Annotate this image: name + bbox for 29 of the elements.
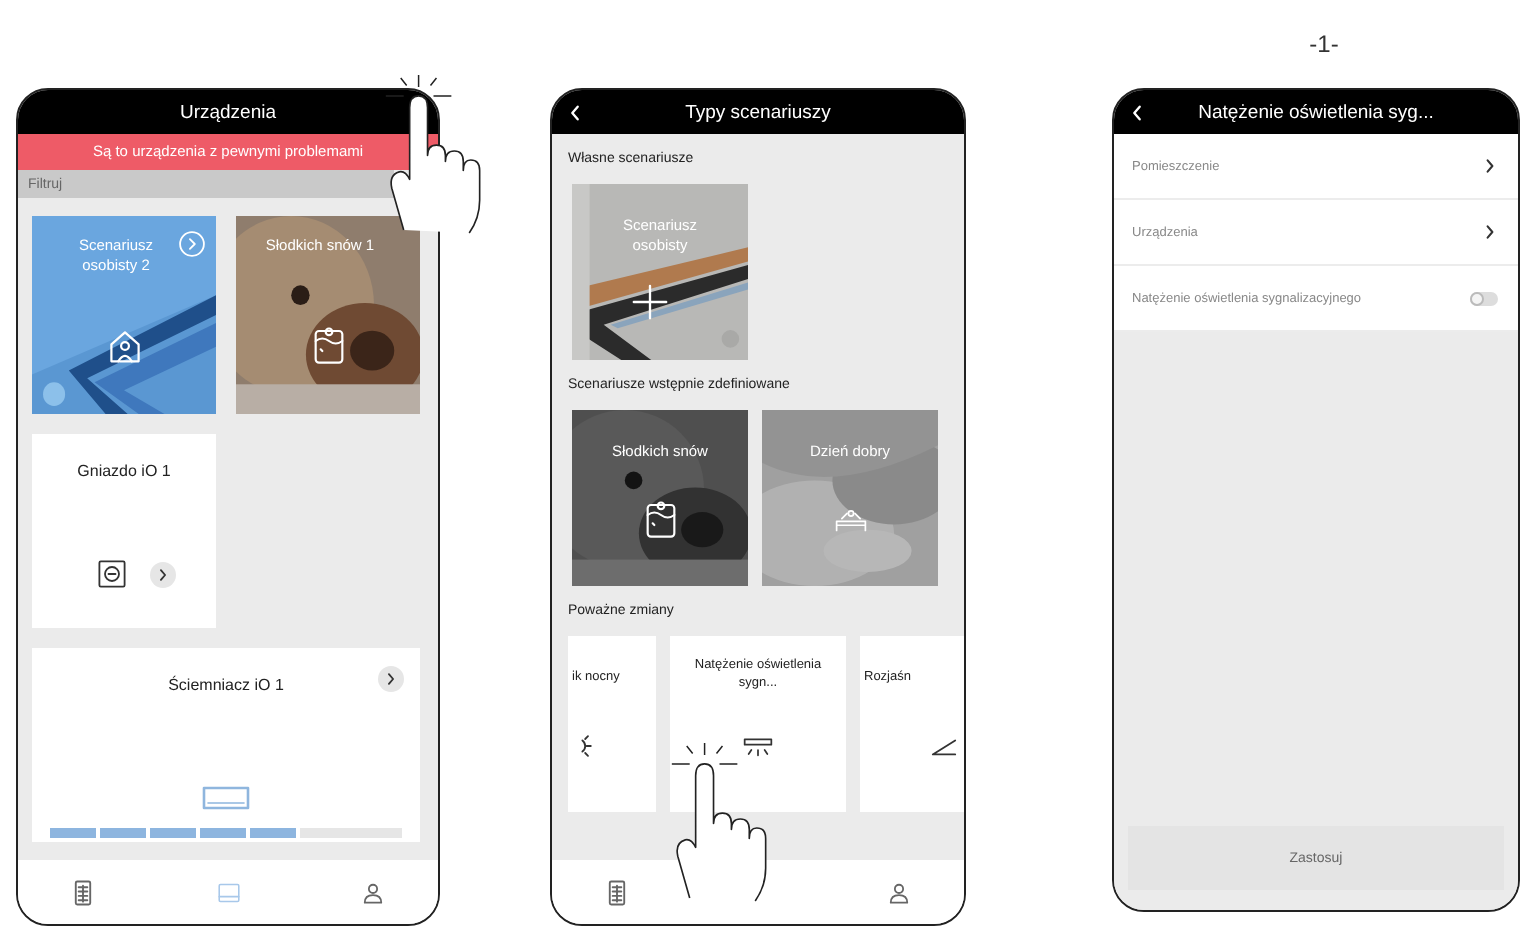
remote-icon[interactable] — [72, 879, 94, 905]
device-card[interactable]: Ściemniacz iO 1 — [32, 648, 420, 842]
device-card[interactable]: Gniazdo iO 1 — [32, 434, 216, 628]
chevron-button[interactable] — [149, 561, 175, 587]
toggle-switch[interactable] — [1470, 291, 1498, 305]
user-icon[interactable] — [888, 879, 910, 905]
screen-title: Urządzenia — [177, 101, 279, 123]
user-icon[interactable] — [362, 879, 384, 905]
device-name: Gniazdo iO 1 — [77, 462, 171, 480]
screen-title: Typy scenariuszy — [683, 101, 833, 123]
back-icon[interactable] — [565, 103, 583, 121]
house-person-icon — [108, 326, 142, 366]
chevron-icon — [155, 567, 169, 581]
chevron-icon — [1482, 224, 1498, 240]
back-icon[interactable] — [1127, 103, 1145, 121]
lamp-icon — [742, 732, 774, 760]
chevron-circle-icon[interactable] — [178, 230, 206, 258]
chevron-icon — [1482, 158, 1498, 174]
socket-icon — [97, 560, 125, 588]
plus-icon — [632, 284, 668, 320]
device-name: Ściemniacz iO 1 — [168, 676, 284, 694]
figure-number: -1- — [1309, 30, 1339, 58]
chevron-icon — [384, 672, 398, 686]
chevron-button[interactable] — [378, 666, 404, 692]
pillow-frame-icon — [312, 326, 346, 366]
remote-icon[interactable] — [606, 879, 628, 905]
dimmer-icon — [202, 786, 250, 810]
pillow-frame-icon — [644, 500, 678, 540]
screen-title: Natężenie oświetlenia syg... — [1196, 101, 1436, 123]
